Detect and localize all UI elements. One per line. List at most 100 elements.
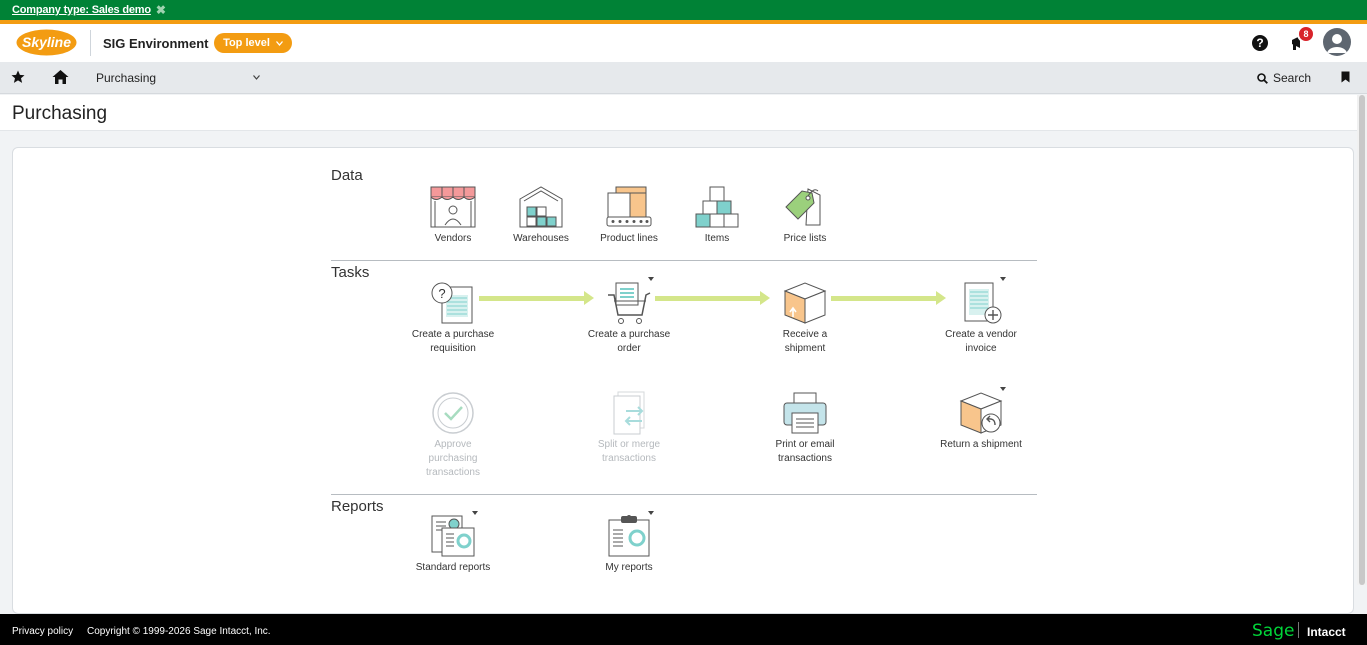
- tile-split-merge-transactions[interactable]: Split or merge transactions: [574, 391, 684, 466]
- module-selector[interactable]: Purchasing: [96, 71, 264, 85]
- product-lines-icon: [606, 186, 652, 227]
- tile-label-line: Return a shipment: [940, 439, 1022, 450]
- tile-label: Approve purchasing transactions: [398, 438, 508, 480]
- warehouses-icon: [519, 186, 563, 228]
- vendors-icon: [430, 186, 476, 228]
- return-shipment-icon: [959, 392, 1003, 434]
- company-type-banner: Company type: Sales demo ✖: [0, 0, 1367, 20]
- app-footer: Privacy policy Copyright © 1999-2026 Sag…: [0, 614, 1367, 645]
- footer-divider: [1298, 622, 1299, 638]
- skyline-logo[interactable]: Skyline: [16, 29, 77, 56]
- tile-create-vendor-invoice[interactable]: Create a vendor invoice: [926, 277, 1036, 356]
- privacy-policy-link[interactable]: Privacy policy: [12, 626, 73, 637]
- logo-text: Skyline: [22, 34, 71, 50]
- vendor-invoice-icon: [964, 282, 1002, 324]
- tile-label-line: transactions: [426, 467, 480, 478]
- tile-approve-purchasing-transactions[interactable]: Approve purchasing transactions: [398, 391, 508, 480]
- tile-label-line: invoice: [965, 343, 997, 354]
- user-silhouette-icon: [1327, 34, 1347, 53]
- page-title-bar: Purchasing: [0, 95, 1367, 131]
- tile-label-line: Split or merge: [597, 439, 661, 450]
- tile-label: Print or email transactions: [750, 438, 860, 466]
- tile-label-line: shipment: [784, 343, 826, 354]
- entity-level-label: Top level: [223, 37, 270, 49]
- tile-label-line: Approve: [434, 439, 472, 450]
- tile-label: Price lists: [783, 233, 827, 244]
- app-header: Skyline SIG Environment Top level ? 8: [0, 24, 1367, 62]
- section-title-reports: Reports: [331, 498, 384, 515]
- chevron-down-icon: [253, 75, 260, 80]
- module-nav-bar: Purchasing Search: [0, 62, 1367, 94]
- section-title-data: Data: [331, 167, 363, 184]
- home-icon[interactable]: [52, 69, 69, 85]
- receive-shipment-box-icon: [783, 282, 827, 324]
- tile-label-line: purchasing: [428, 453, 478, 464]
- tile-print-email-transactions[interactable]: Print or email transactions: [750, 391, 860, 466]
- tile-label: Standard reports: [415, 562, 491, 573]
- tile-standard-reports[interactable]: Standard reports: [398, 511, 508, 575]
- tile-label-line: Print or email: [775, 439, 835, 450]
- tile-label: Create a vendor invoice: [926, 328, 1036, 356]
- tile-label: Receive a shipment: [750, 328, 860, 356]
- copyright-text: Copyright © 1999-2026 Sage Intacct, Inc.: [87, 626, 271, 637]
- scrollbar-thumb[interactable]: [1359, 95, 1365, 585]
- tile-label-line: Create a vendor: [945, 329, 1017, 340]
- sage-logo: Sage: [1252, 621, 1295, 641]
- tile-receive-shipment[interactable]: Receive a shipment: [750, 281, 860, 356]
- entity-level-selector[interactable]: Top level: [214, 33, 292, 53]
- tile-label: Create a purchase order: [574, 328, 684, 356]
- section-title-tasks: Tasks: [331, 264, 370, 281]
- dropdown-caret-icon[interactable]: [648, 277, 654, 281]
- svg-text:?: ?: [438, 286, 445, 301]
- page-title: Purchasing: [12, 103, 108, 124]
- my-reports-icon: [608, 515, 650, 557]
- tile-label: Split or merge transactions: [574, 438, 684, 466]
- split-merge-icon: [613, 391, 645, 435]
- tile-create-purchase-requisition[interactable]: ? Create a purchase requisition: [398, 281, 508, 356]
- tile-label-line: Create a purchase: [587, 329, 671, 340]
- environment-name: SIG Environment: [103, 36, 209, 51]
- page-scrollbar[interactable]: [1357, 95, 1367, 585]
- tile-label-line: transactions: [778, 453, 832, 464]
- star-favorites-icon[interactable]: [11, 70, 25, 84]
- price-lists-icon: [785, 188, 821, 226]
- tile-my-reports[interactable]: My reports: [574, 511, 684, 575]
- purchase-order-cart-icon: [608, 282, 651, 324]
- dropdown-caret-icon[interactable]: [1000, 387, 1006, 391]
- intacct-logo-text: Intacct: [1307, 625, 1346, 639]
- section-divider: [331, 494, 1037, 495]
- tile-label-line: requisition: [430, 343, 476, 354]
- bookmark-icon[interactable]: [1341, 71, 1350, 83]
- tile-create-purchase-order[interactable]: Create a purchase order: [574, 277, 684, 356]
- header-divider: [90, 30, 91, 56]
- section-divider: [331, 260, 1037, 261]
- tile-label: Return a shipment: [926, 438, 1036, 452]
- chevron-down-icon: [275, 40, 283, 46]
- search-button[interactable]: Search: [1257, 71, 1311, 85]
- close-icon[interactable]: ✖: [156, 4, 166, 16]
- notification-count-badge: 8: [1297, 25, 1315, 43]
- dropdown-caret-icon[interactable]: [648, 511, 654, 515]
- purchase-requisition-icon: ?: [431, 282, 473, 324]
- search-label: Search: [1273, 71, 1312, 85]
- approve-check-icon: [432, 392, 474, 434]
- module-selector-label: Purchasing: [96, 71, 157, 85]
- items-icon: [695, 186, 739, 228]
- dropdown-caret-icon[interactable]: [1000, 277, 1006, 281]
- user-avatar[interactable]: [1323, 28, 1351, 56]
- tile-return-shipment[interactable]: Return a shipment: [926, 387, 1036, 452]
- tile-label-line: Create a purchase: [411, 329, 495, 340]
- tile-label: Create a purchase requisition: [398, 328, 508, 356]
- tile-price-lists[interactable]: Price lists: [750, 185, 860, 246]
- standard-reports-icon: [431, 515, 475, 557]
- printer-icon: [783, 392, 827, 434]
- tile-label: My reports: [605, 562, 653, 573]
- tile-label-line: transactions: [602, 453, 656, 464]
- tile-label-line: order: [617, 343, 641, 354]
- tile-label-line: Receive a: [782, 329, 828, 340]
- dropdown-caret-icon[interactable]: [472, 511, 478, 515]
- search-icon: [1257, 72, 1268, 84]
- company-type-link[interactable]: Company type: Sales demo: [12, 4, 151, 16]
- purchasing-dashboard-panel: Data Vendors Warehouses Product lines It…: [12, 147, 1354, 614]
- help-icon[interactable]: ?: [1252, 35, 1268, 51]
